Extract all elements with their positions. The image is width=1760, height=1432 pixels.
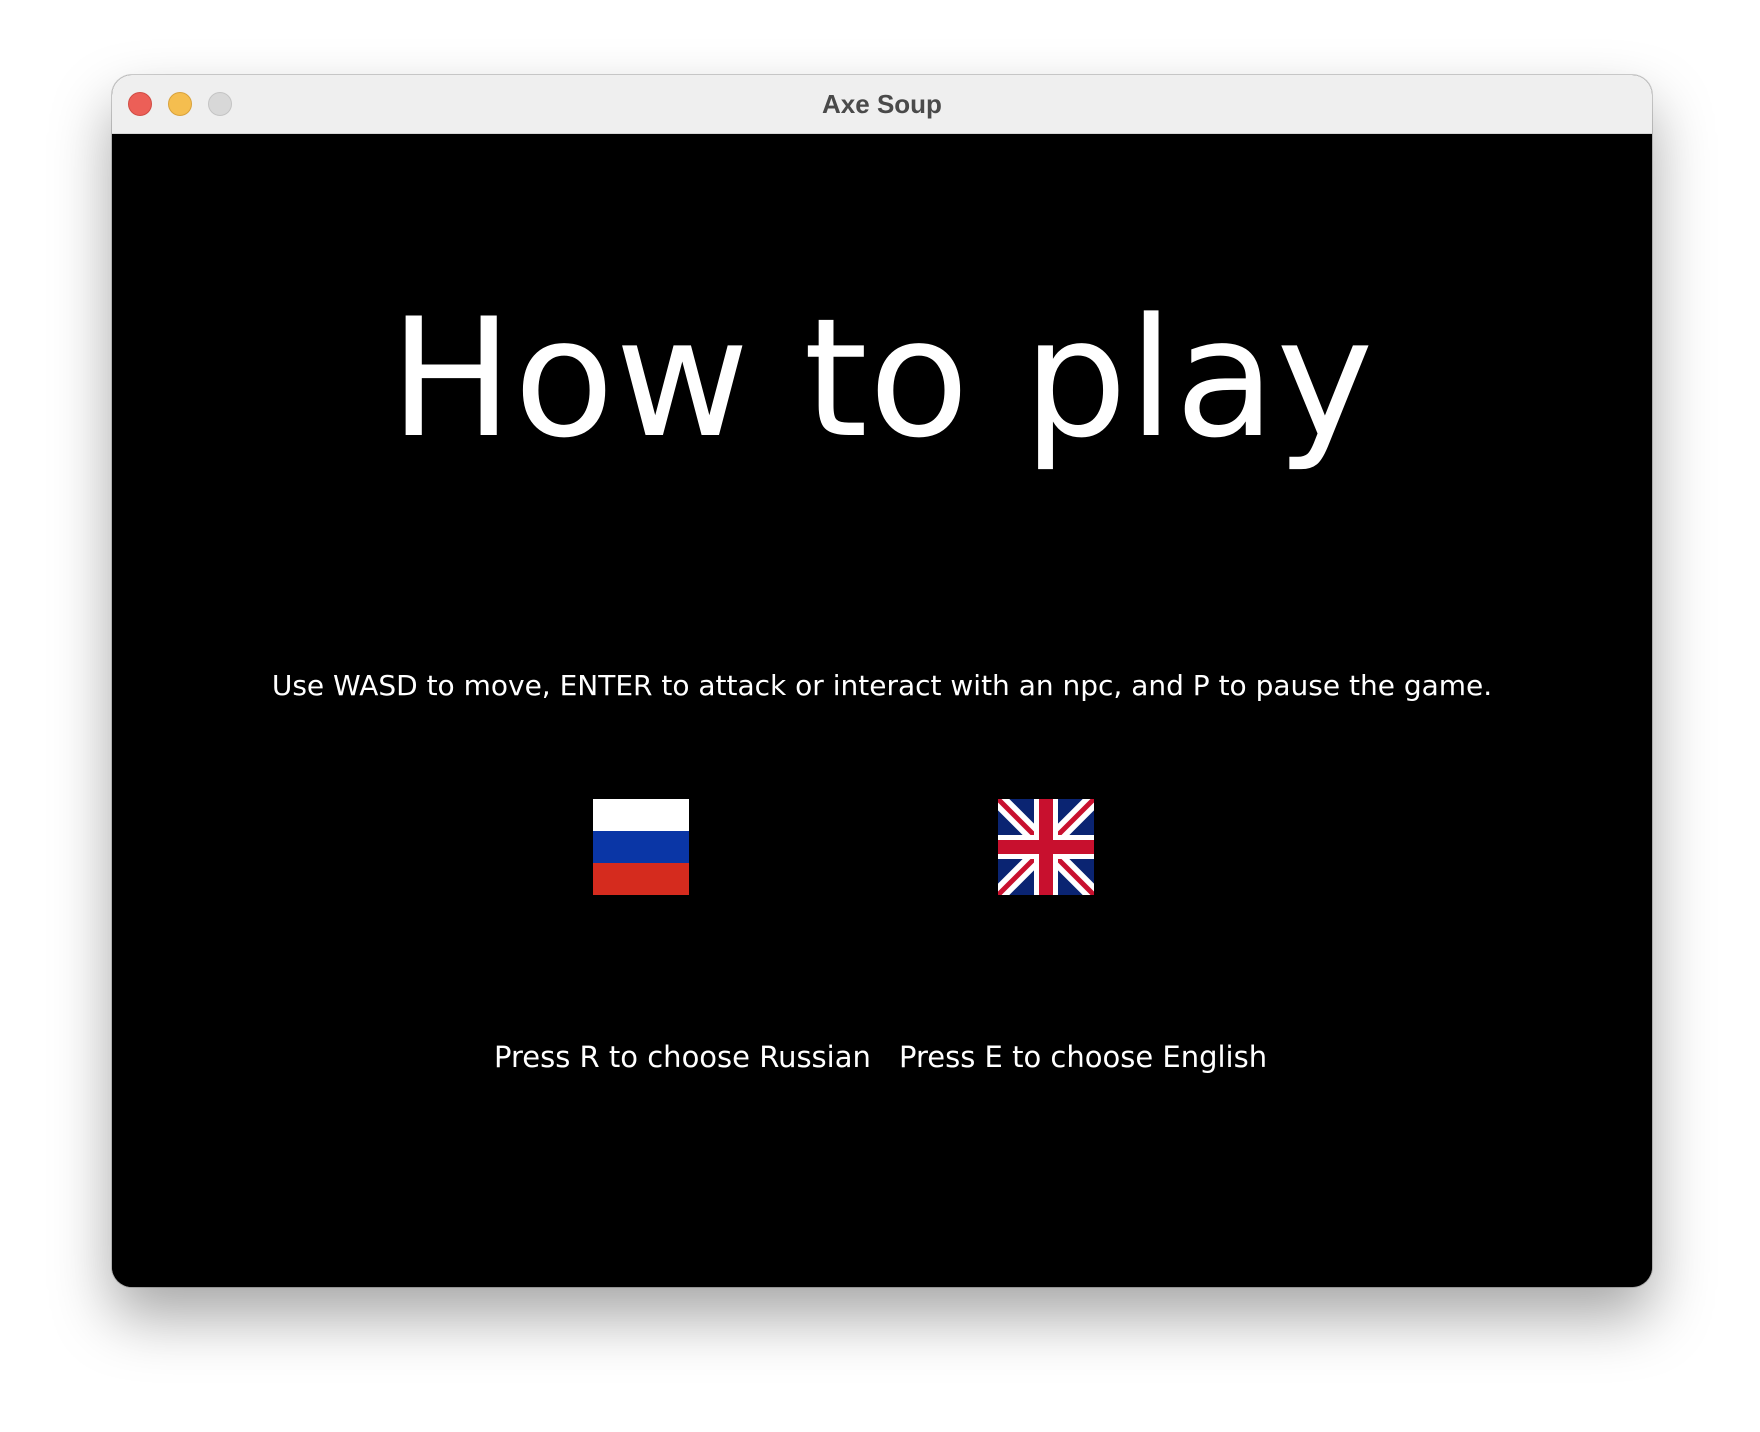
title-bar[interactable]: Axe Soup — [112, 75, 1652, 134]
choose-english-label: Press E to choose English — [899, 1040, 1268, 1074]
how-to-play-heading: How to play — [389, 283, 1375, 474]
game-window: Axe Soup How to play Use WASD to move, E… — [112, 75, 1652, 1287]
window-title: Axe Soup — [822, 89, 942, 119]
controls-instructions: Use WASD to move, ENTER to attack or int… — [271, 669, 1493, 702]
russian-flag-icon — [593, 799, 689, 895]
uk-flag-icon — [998, 799, 1094, 895]
game-canvas[interactable]: How to play Use WASD to move, ENTER to a… — [112, 134, 1652, 1287]
choose-russian-label: Press R to choose Russian — [494, 1040, 871, 1074]
